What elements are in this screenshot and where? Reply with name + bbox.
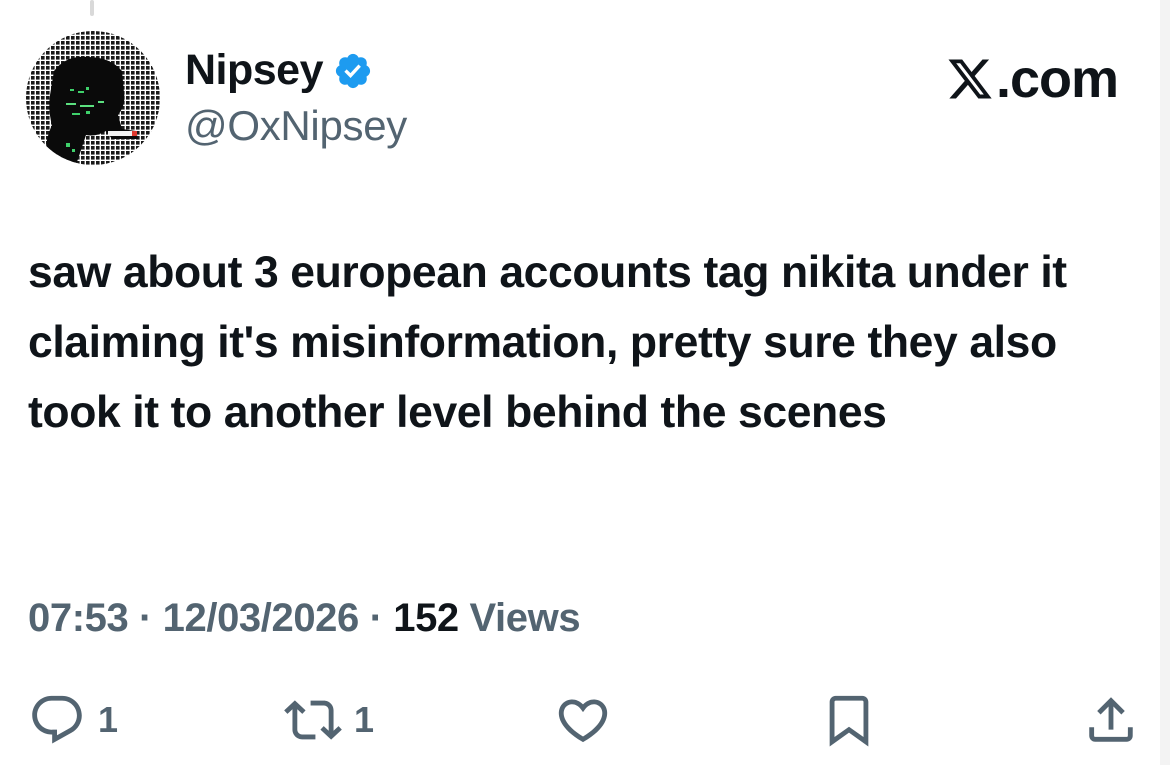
- heart-icon: [558, 699, 608, 743]
- bookmark-button[interactable]: [820, 688, 878, 752]
- verified-badge-icon[interactable]: [333, 51, 373, 91]
- like-button[interactable]: [554, 688, 612, 752]
- reply-count: 1: [98, 699, 119, 740]
- handle[interactable]: @OxNipsey: [185, 100, 407, 152]
- post-date[interactable]: 12/03/2026: [163, 596, 360, 640]
- meta-separator: ·: [369, 596, 383, 640]
- display-name-row: Nipsey: [185, 44, 407, 96]
- post-text: saw about 3 european accounts tag nikita…: [28, 248, 1067, 437]
- scrollbar[interactable]: [1160, 0, 1170, 765]
- avatar-image: [26, 31, 160, 165]
- views-count: 152: [393, 596, 459, 640]
- x-logo-icon: [948, 59, 992, 99]
- author-header: Nipsey @OxNipsey: [185, 44, 407, 152]
- avatar[interactable]: [26, 31, 160, 165]
- repost-count: 1: [354, 699, 375, 740]
- share-button[interactable]: [1082, 688, 1140, 752]
- views-label: Views: [469, 596, 581, 640]
- top-scroll-indicator: [90, 0, 94, 16]
- post-time[interactable]: 07:53: [28, 596, 129, 640]
- reply-button[interactable]: 1: [28, 688, 118, 752]
- display-name[interactable]: Nipsey: [185, 44, 324, 96]
- brand-domain: .com: [995, 49, 1119, 109]
- post-meta: 07:53 · 12/03/2026 · 152 Views: [28, 590, 581, 646]
- repost-icon: [284, 700, 342, 740]
- brand-mark: .com: [946, 49, 1119, 109]
- meta-separator: ·: [139, 596, 152, 640]
- reply-icon: [32, 695, 82, 744]
- action-bar: 1 1: [0, 688, 1170, 752]
- repost-button[interactable]: 1: [284, 688, 374, 752]
- bookmark-icon: [829, 695, 869, 747]
- share-icon: [1089, 697, 1133, 742]
